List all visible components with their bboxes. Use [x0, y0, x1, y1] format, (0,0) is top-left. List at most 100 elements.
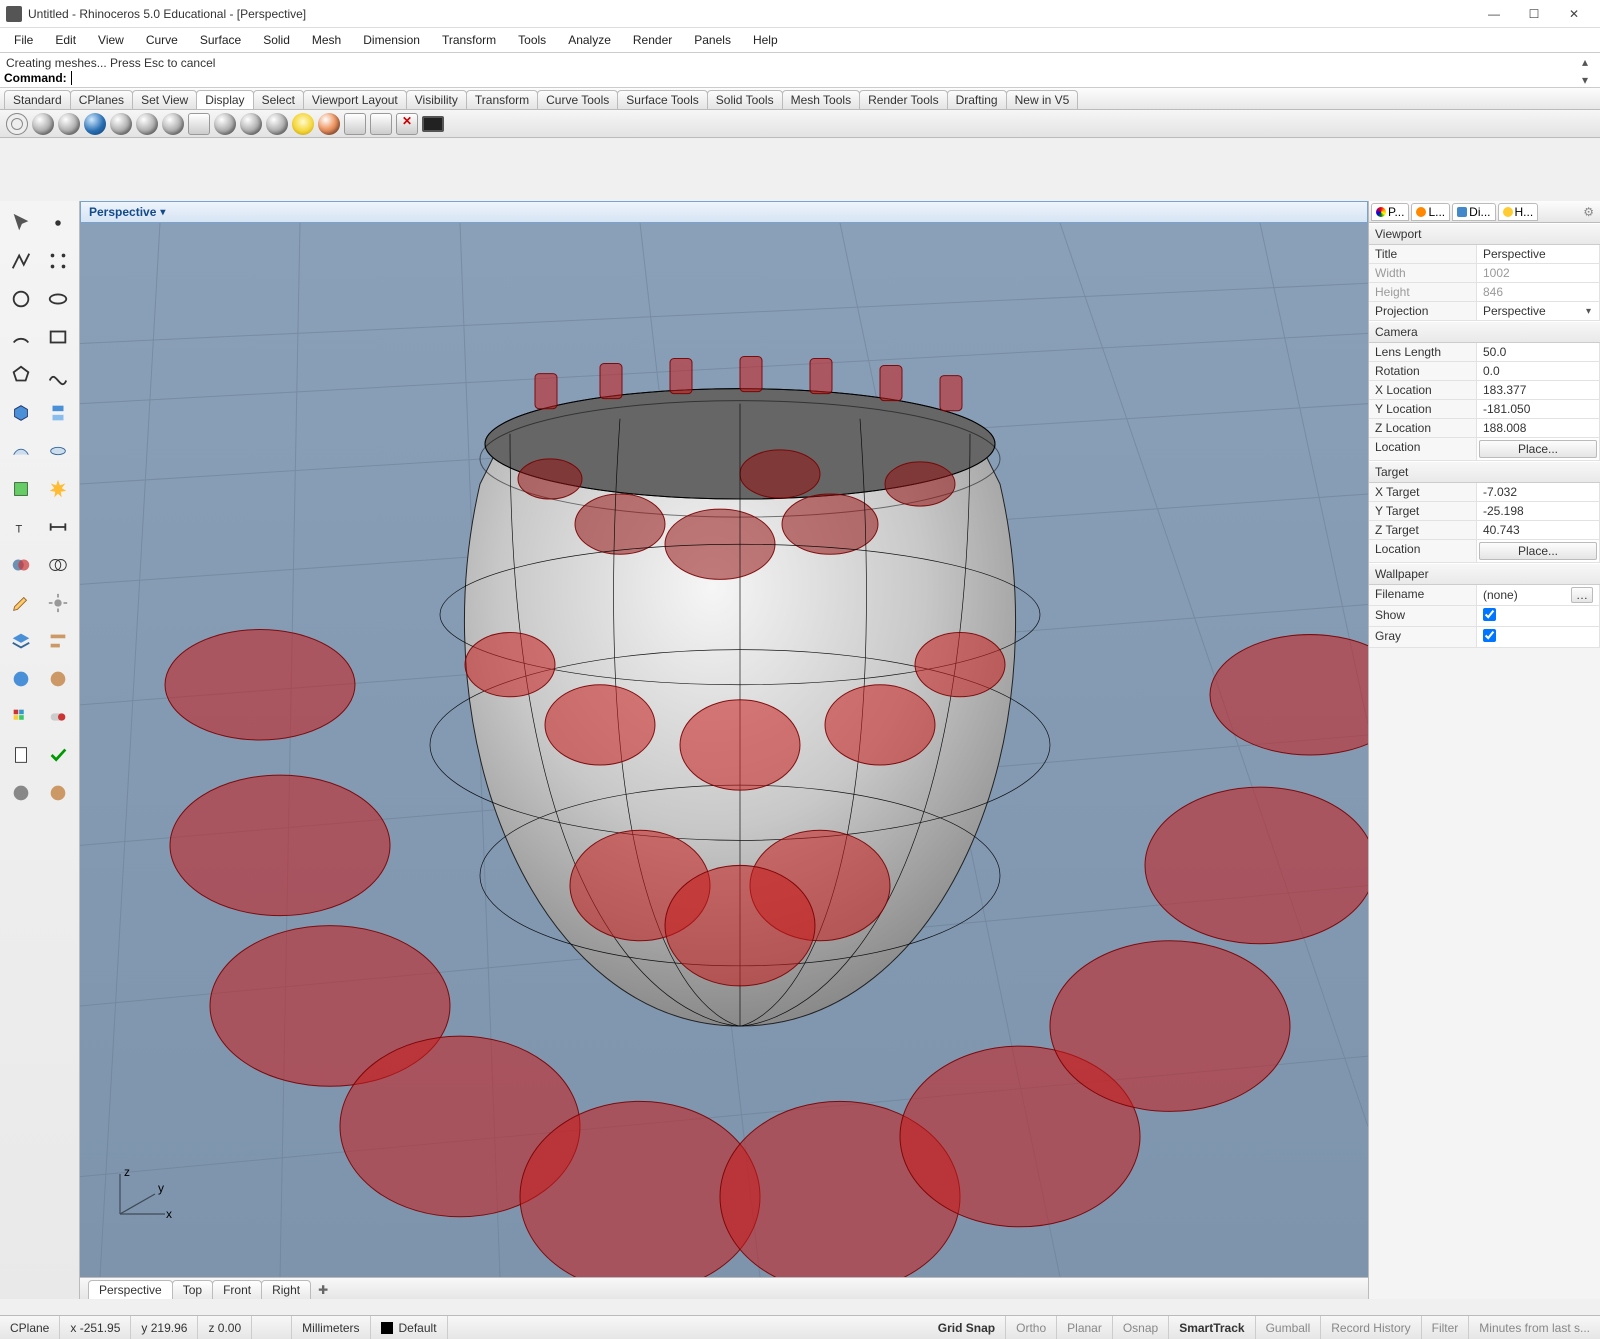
view-tab-perspective[interactable]: Perspective [88, 1280, 173, 1299]
material-icon[interactable] [318, 113, 340, 135]
prop-ztarget-value[interactable]: 40.743 [1477, 521, 1600, 540]
menu-mesh[interactable]: Mesh [302, 31, 351, 49]
panel-tab-properties[interactable]: P... [1371, 203, 1409, 221]
toggle-ortho[interactable]: Ortho [1006, 1316, 1057, 1339]
view-tab-front[interactable]: Front [212, 1280, 262, 1299]
dimension-tool-icon[interactable] [41, 509, 76, 545]
puzzle-tool-icon[interactable] [4, 471, 39, 507]
tab-set-view[interactable]: Set View [132, 90, 197, 109]
viewport-canvas[interactable]: z x y [80, 223, 1368, 1277]
tab-render-tools[interactable]: Render Tools [859, 90, 948, 109]
menu-curve[interactable]: Curve [136, 31, 188, 49]
menu-file[interactable]: File [4, 31, 43, 49]
menu-edit[interactable]: Edit [45, 31, 86, 49]
curve-tool-icon[interactable] [41, 357, 76, 393]
arc-tool-icon[interactable] [4, 319, 39, 355]
wireframe-mode-icon[interactable] [6, 113, 28, 135]
view-tab-right[interactable]: Right [261, 1280, 311, 1299]
status-autosave[interactable]: Minutes from last s... [1469, 1316, 1600, 1339]
shade2-tool-icon[interactable] [41, 775, 76, 811]
toggle-planar[interactable]: Planar [1057, 1316, 1113, 1339]
tab-select[interactable]: Select [253, 90, 304, 109]
prop-xloc-value[interactable]: 183.377 [1477, 381, 1600, 400]
prop-ytarget-value[interactable]: -25.198 [1477, 502, 1600, 521]
text-tool-icon[interactable]: T [4, 509, 39, 545]
circle-tool-icon[interactable] [4, 281, 39, 317]
grid-icon[interactable] [344, 113, 366, 135]
status-cplane[interactable]: CPlane [0, 1316, 60, 1339]
panel-tab-help[interactable]: H... [1498, 203, 1539, 221]
menu-tools[interactable]: Tools [508, 31, 556, 49]
wallpaper-show-checkbox[interactable] [1483, 608, 1496, 621]
shaded-mode-icon[interactable] [32, 113, 54, 135]
prop-projection-select[interactable]: Perspective▾ [1477, 302, 1600, 321]
menu-solid[interactable]: Solid [253, 31, 300, 49]
docprops-tool-icon[interactable] [4, 737, 39, 773]
close-button[interactable]: ✕ [1554, 2, 1594, 26]
toggle-gumball[interactable]: Gumball [1256, 1316, 1322, 1339]
wallpaper-gray-checkbox[interactable] [1483, 629, 1496, 642]
prop-gray-value[interactable] [1477, 627, 1600, 648]
surface-tool-icon[interactable] [4, 433, 39, 469]
status-layer[interactable]: Default [371, 1316, 448, 1339]
align-tool-icon[interactable] [41, 623, 76, 659]
menu-analyze[interactable]: Analyze [558, 31, 621, 49]
check-tool-icon[interactable] [41, 737, 76, 773]
pen-mode-icon[interactable] [188, 113, 210, 135]
filename-browse-button[interactable]: … [1571, 587, 1593, 603]
point-tool-icon[interactable] [41, 205, 76, 241]
prop-show-value[interactable] [1477, 606, 1600, 627]
panel-gear-icon[interactable]: ⚙ [1579, 205, 1598, 219]
menu-panels[interactable]: Panels [684, 31, 741, 49]
cmd-scroll-down-icon[interactable]: ▾ [1582, 73, 1596, 87]
panel-tab-layers[interactable]: L... [1411, 203, 1450, 221]
grid-axes-icon[interactable] [370, 113, 392, 135]
prop-lens-value[interactable]: 50.0 [1477, 343, 1600, 362]
toggle-osnap[interactable]: Osnap [1113, 1316, 1169, 1339]
edit-tool-icon[interactable] [4, 585, 39, 621]
camera-place-button[interactable]: Place... [1479, 440, 1597, 458]
panel-tab-display[interactable]: Di... [1452, 203, 1495, 221]
status-units[interactable]: Millimeters [292, 1316, 370, 1339]
view-tab-top[interactable]: Top [172, 1280, 213, 1299]
menu-render[interactable]: Render [623, 31, 682, 49]
tab-display[interactable]: Display [196, 90, 253, 109]
grid-tool-icon[interactable] [4, 699, 39, 735]
shade-toggle-icon[interactable] [240, 113, 262, 135]
prop-yloc-value[interactable]: -181.050 [1477, 400, 1600, 419]
polyline-tool-icon[interactable] [4, 243, 39, 279]
shade1-tool-icon[interactable] [4, 775, 39, 811]
toggle-filter[interactable]: Filter [1422, 1316, 1470, 1339]
menu-view[interactable]: View [88, 31, 134, 49]
render2-tool-icon[interactable] [41, 661, 76, 697]
render-tool-icon[interactable] [4, 661, 39, 697]
render-preview-icon[interactable] [266, 113, 288, 135]
view-tab-add-icon[interactable]: ✚ [310, 1281, 336, 1299]
box-tool-icon[interactable] [4, 395, 39, 431]
viewport-titlebar[interactable]: Perspective ▾ [80, 201, 1368, 223]
ghosted-mode-icon[interactable] [84, 113, 106, 135]
viewport-menu-caret-icon[interactable]: ▾ [160, 207, 165, 218]
flat-off-icon[interactable]: ✕ [396, 113, 418, 135]
tab-new-in-v5[interactable]: New in V5 [1006, 90, 1079, 109]
artistic-mode-icon[interactable] [162, 113, 184, 135]
intersect-tool-icon[interactable] [41, 547, 76, 583]
layers-tool-icon[interactable] [4, 623, 39, 659]
cmd-scroll-up-icon[interactable]: ▴ [1582, 55, 1596, 69]
prop-xtarget-value[interactable]: -7.032 [1477, 483, 1600, 502]
maximize-button[interactable]: ☐ [1514, 2, 1554, 26]
menu-help[interactable]: Help [743, 31, 788, 49]
toggle-record-history[interactable]: Record History [1321, 1316, 1421, 1339]
tab-curve-tools[interactable]: Curve Tools [537, 90, 618, 109]
ellipse-tool-icon[interactable] [41, 281, 76, 317]
rendered-mode-icon[interactable] [58, 113, 80, 135]
extrude-tool-icon[interactable] [41, 395, 76, 431]
tab-transform[interactable]: Transform [466, 90, 538, 109]
tab-visibility[interactable]: Visibility [406, 90, 467, 109]
control-points-icon[interactable] [41, 243, 76, 279]
explode-tool-icon[interactable] [41, 471, 76, 507]
options-tool-icon[interactable] [41, 585, 76, 621]
tab-cplanes[interactable]: CPlanes [70, 90, 133, 109]
menu-dimension[interactable]: Dimension [353, 31, 430, 49]
xray-mode-icon[interactable] [110, 113, 132, 135]
